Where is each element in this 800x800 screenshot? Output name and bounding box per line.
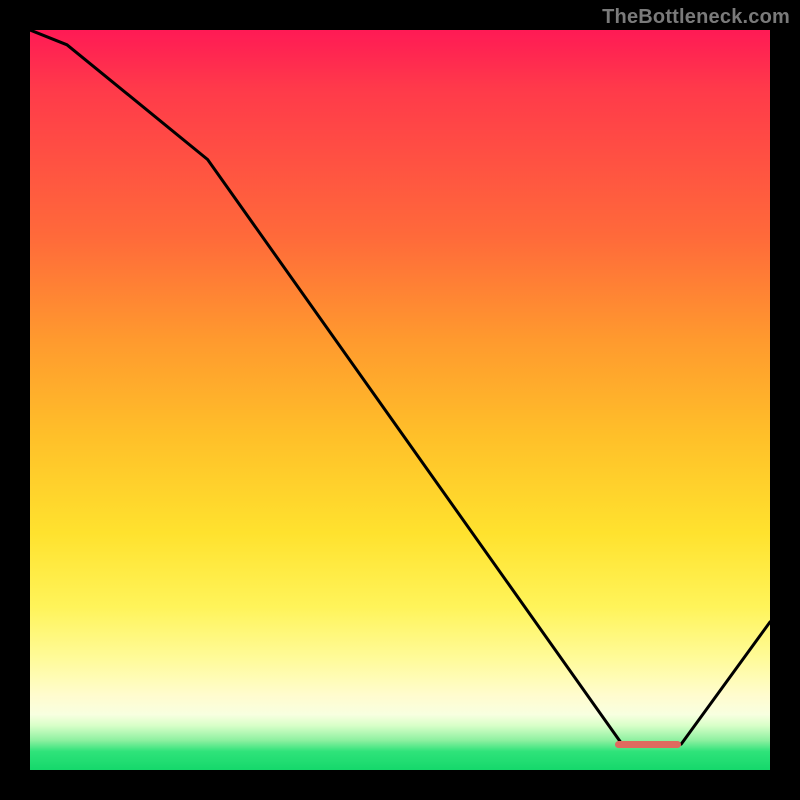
plot-area: [30, 30, 770, 770]
optimal-range-marker: [615, 741, 682, 748]
bottleneck-curve-line: [30, 30, 770, 770]
watermark-label: TheBottleneck.com: [602, 6, 790, 29]
chart-stage: TheBottleneck.com: [0, 0, 800, 800]
